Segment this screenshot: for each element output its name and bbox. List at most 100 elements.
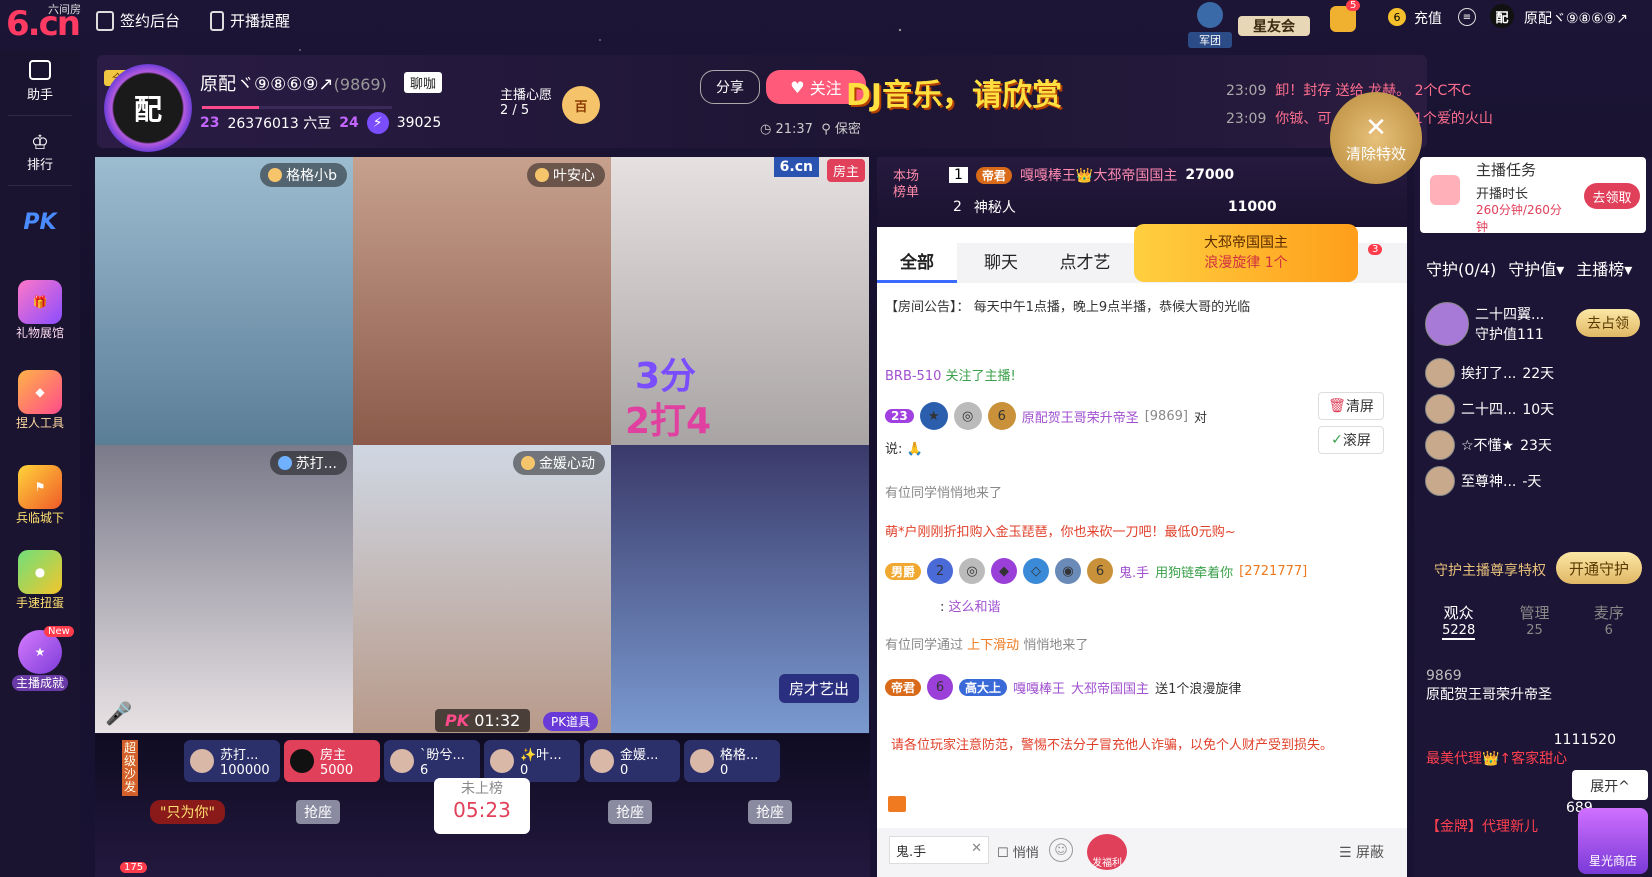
share-button[interactable]: 分享 [700, 70, 760, 104]
left-rail: 助手 ♔ 排行 PK 🎁 礼物展馆 ◆ 捏人工具 ⚑ 兵临城下 ● 手速扭蛋 ★ New … [0, 50, 80, 877]
avatar [290, 749, 314, 773]
ranking-card: 未上榜 05:23 [434, 778, 530, 834]
user-name[interactable]: 原配ヾ⑨⑧⑥⑨↗ [1524, 8, 1628, 28]
audience-item[interactable]: 1111520 最美代理👑↑客家甜心 [1426, 732, 1616, 768]
mic-icon[interactable]: 🎤 [105, 702, 132, 727]
gift-message: 帝君 6 高大上 嘎嘎棒王 大邳帝国国主 送1个浪漫旋律 [885, 674, 1241, 700]
stream-cell[interactable]: 格格小b [95, 157, 353, 445]
rank-row[interactable]: 1 帝君 嘎嘎棒王👑大邳帝国国主 27000 [949, 165, 1234, 185]
game2-button[interactable]: ● 手速扭蛋 [0, 550, 80, 611]
tab-audience[interactable]: 观众 5228 [1442, 602, 1476, 654]
live-time: ◷ 21:37 ⚲ 保密 [760, 122, 861, 137]
seat-card[interactable]: 房主 5000 [284, 740, 380, 782]
shield-button[interactable]: ☰ 屏蔽 [1339, 842, 1384, 862]
star-club-button[interactable]: 星友会 [1238, 2, 1310, 38]
avatar [1425, 302, 1469, 346]
claim-button[interactable]: 去领取 [1584, 183, 1640, 209]
user-avatar[interactable]: 配 [1490, 4, 1514, 28]
audience-item[interactable]: 9869 原配贺王哥荣升帝圣 [1426, 668, 1552, 704]
wish-panel[interactable]: 主播心愿 2 / 5 [500, 84, 552, 118]
seat-card[interactable]: 格格... 0 [684, 740, 780, 782]
guard-privilege: 守护主播尊享特权 [1434, 563, 1546, 579]
pk-button[interactable]: PK [0, 210, 80, 235]
emoji-icon[interactable] [888, 796, 906, 812]
occupy-button[interactable]: 去占领 [1576, 309, 1640, 337]
ranking-button[interactable]: ♔ 排行 [0, 130, 80, 173]
smile-icon[interactable]: ☺ [1049, 838, 1073, 862]
video-grid: 格格小b 叶安心 6.cn 房主 苏打... 金媛心动 房才艺出 3分 2打4 P… [95, 157, 870, 734]
whisper-checkbox[interactable]: ☐ 悄悄 [997, 842, 1039, 861]
achievement-button[interactable]: ★ New 主播成就 [0, 626, 80, 691]
rank-row[interactable]: 2 神秘人 11000 [953, 197, 1277, 217]
game-button[interactable]: ⚑ 兵临城下 [0, 465, 80, 526]
divider [8, 185, 72, 186]
audience-item[interactable]: 689 【金牌】代理新儿 [1426, 800, 1593, 836]
guard-row[interactable]: 二十四... 10天 [1425, 394, 1554, 424]
tab-mic[interactable]: 麦序 6 [1594, 602, 1624, 654]
tools-button[interactable]: ◆ 捏人工具 [0, 370, 80, 431]
top-bar: 6.cn 六间房 签约后台 开播提醒 军团 星友会 5 6 充值 ≡ 配 原配ヾ⑨… [0, 0, 1652, 50]
top-guard[interactable]: 二十四翼... 守护值111 [1425, 302, 1544, 346]
guard-row[interactable]: 挨打了... 22天 [1425, 358, 1554, 388]
seat-card[interactable]: ✨叶... 0 [484, 740, 580, 782]
promo-message[interactable]: 萌*户刚刚折扣购入金玉琵琶，你也来砍一刀吧！最低0元购~ [885, 521, 1236, 540]
clear-effect-button[interactable]: ✕ 清除特效 [1330, 92, 1422, 184]
bag-count-badge: 5 [1346, 0, 1361, 11]
tab-chat[interactable]: 聊天 [961, 243, 1041, 283]
lightning-icon: ⚡ [366, 112, 389, 134]
close-icon: ✕ [1365, 112, 1387, 143]
guard-row[interactable]: 至尊神... -天 [1425, 466, 1541, 496]
scroll-screen-button[interactable]: ✓ 滚屏 [1318, 426, 1384, 454]
live-reminder-link[interactable]: 开播提醒 [210, 10, 290, 31]
tab-admin[interactable]: 管理 25 [1520, 602, 1550, 654]
recharge-link[interactable]: 充值 [1414, 8, 1442, 28]
coin-icon: 6 [1388, 8, 1406, 26]
clear-screen-button[interactable]: 🗑 清屏 [1318, 392, 1384, 420]
stream-cell[interactable]: 苏打... [95, 445, 353, 733]
anchor-stats: 23 26376013 六豆 24 ⚡ 39025 [200, 112, 441, 134]
tab-vote[interactable]: 点才艺 [1045, 243, 1125, 283]
tab-all[interactable]: 全部 [877, 243, 957, 283]
avatar [690, 749, 714, 773]
sign-backend-link[interactable]: 签约后台 [96, 10, 180, 31]
chat-message: 23 ★ ◎ 6 原配贺王哥荣升帝圣 [9869] 对 [885, 402, 1207, 430]
welfare-button[interactable]: 发福利 [1087, 834, 1127, 870]
avatar [190, 749, 214, 773]
tab-anchor-rank[interactable]: 主播榜▾ [1576, 256, 1632, 280]
tab-guard[interactable]: 守护(0/4) [1426, 256, 1496, 280]
stream-cell[interactable]: 金媛心动 [353, 445, 611, 733]
grab-seat-button[interactable]: 抢座 [748, 800, 792, 824]
army-button[interactable]: 军团 [1188, 2, 1232, 48]
trash-icon: 🗑 [1328, 398, 1346, 414]
guard-row[interactable]: ☆不懂★ 23天 [1425, 430, 1552, 460]
tab-guard-value[interactable]: 守护值▾ [1508, 256, 1564, 280]
document-icon [96, 10, 114, 31]
star-shop-button[interactable]: 星光商店 [1578, 808, 1648, 874]
user-icon [277, 456, 292, 470]
seat-card[interactable]: `盼兮... 6 [384, 740, 480, 782]
stream-logo: 6.cn [773, 157, 819, 177]
chat-message: 说: 🙏 [885, 442, 923, 457]
expand-button[interactable]: 展开^ [1572, 770, 1648, 800]
chat-message: 有位同学悄悄地来了 [885, 486, 1003, 501]
menu-icon[interactable]: ≡ [1458, 8, 1476, 26]
chat-button[interactable]: 聊咖 [404, 72, 443, 93]
anchor-avatar[interactable]: 配 [104, 64, 192, 152]
grab-seat-button[interactable]: 抢座 [296, 800, 340, 824]
check-icon: ✓ [1331, 432, 1343, 448]
chat-message: BRB-510 关注了主播! [885, 369, 1016, 384]
gift-popup[interactable]: 大邳帝国国主 浪漫旋律 1个 [1134, 224, 1358, 282]
task-card: 主播任务 开播时长 260分钟/260分钟 去领取 [1420, 157, 1646, 234]
seat-card[interactable]: 苏打... 100000 [184, 740, 280, 782]
open-guard-button[interactable]: 开通守护 [1556, 552, 1642, 584]
grab-seat-button[interactable]: 抢座 [608, 800, 652, 824]
gift-hall-button[interactable]: 🎁 礼物展馆 [0, 280, 80, 341]
stream-cell[interactable]: 房才艺出 [611, 445, 869, 733]
seat-card[interactable]: 金媛... 0 [584, 740, 680, 782]
stream-cell[interactable]: 叶安心 [353, 157, 611, 445]
recipient-field[interactable]: 鬼.手 ✕ [889, 836, 989, 864]
assistant-button[interactable]: 助手 [0, 60, 80, 103]
avatar [1425, 430, 1455, 460]
pk-tool-button[interactable]: PK道具 [543, 712, 599, 731]
site-logo[interactable]: 6.cn 六间房 [6, 3, 84, 44]
